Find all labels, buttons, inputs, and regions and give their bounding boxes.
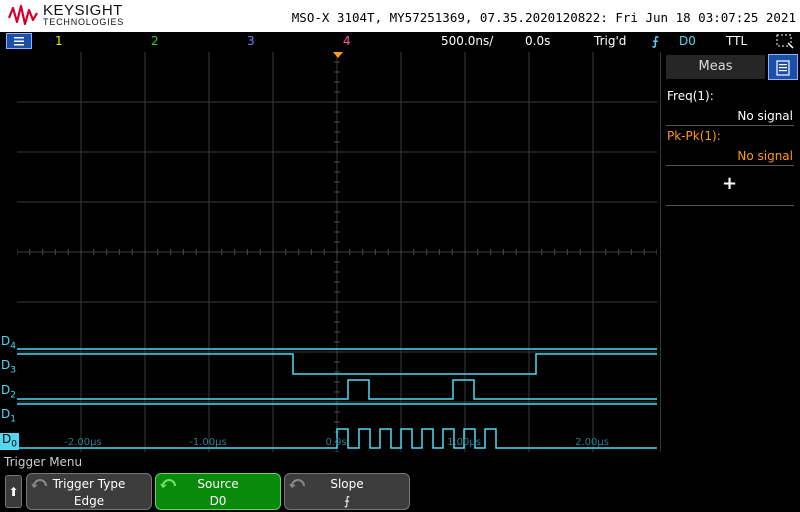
arrow-up-icon: ⬆ — [8, 485, 19, 499]
time-tick-label: 2.00µs — [575, 437, 609, 448]
time-tick-label: 0.0s — [325, 437, 347, 448]
softkey-title: Slope — [330, 477, 364, 491]
trigger-source-readout[interactable]: D0 — [679, 34, 696, 48]
screen-capture-icon[interactable] — [775, 33, 795, 50]
softkey-value: D0 — [209, 494, 227, 508]
meas-menu-button[interactable] — [768, 54, 798, 80]
digital-channel-label-d3[interactable]: D3 — [1, 359, 16, 376]
softkey-title: Source — [197, 477, 239, 491]
time-tick-label: -1.00µs — [189, 437, 227, 448]
source-softkey[interactable]: Source D0 — [155, 473, 281, 510]
channel-4-indicator[interactable]: 4 — [343, 34, 351, 48]
channel-2-indicator[interactable]: 2 — [151, 34, 159, 48]
graticule — [17, 52, 657, 452]
meas-divider — [666, 125, 794, 126]
meas-divider — [666, 165, 794, 166]
main-menu-button[interactable] — [6, 33, 32, 49]
waveform-display[interactable] — [17, 52, 657, 452]
digital-channel-label-d2[interactable]: D2 — [1, 384, 16, 401]
channel-3-indicator[interactable]: 3 — [247, 34, 255, 48]
trigger-position-marker[interactable] — [333, 52, 343, 58]
meas-freq-label[interactable]: Freq(1): — [667, 89, 714, 103]
menu-title: Trigger Menu — [4, 455, 83, 469]
time-tick-label: -2.00µs — [64, 437, 102, 448]
digital-channel-label-d0[interactable]: D0 — [0, 433, 19, 451]
instrument-title: MSO-X 3104T, MY57251369, 07.35.202012082… — [291, 10, 796, 25]
meas-pkpk-label[interactable]: Pk-Pk(1): — [667, 129, 721, 143]
softkey-title: Trigger Type — [52, 477, 126, 491]
meas-tab[interactable]: Meas — [666, 55, 765, 79]
trigger-type-softkey[interactable]: Trigger Type Edge — [26, 473, 152, 510]
keysight-wave-icon — [8, 4, 38, 26]
softkey-value: Edge — [73, 494, 105, 508]
delay-readout[interactable]: 0.0s — [525, 34, 550, 48]
meas-divider — [666, 205, 794, 206]
header-bar: KEYSIGHT TECHNOLOGIES MSO-X 3104T, MY572… — [0, 0, 800, 32]
status-bar: 1 2 3 4 500.0ns/ 0.0s Trig'd ⨍ D0 TTL — [0, 32, 800, 51]
timebase-readout[interactable]: 500.0ns/ — [441, 34, 493, 48]
logic-threshold-readout[interactable]: TTL — [726, 34, 747, 48]
digital-channel-label-d4[interactable]: D4 — [1, 335, 16, 352]
meas-pkpk-value: No signal — [737, 149, 793, 163]
brand-subtitle: TECHNOLOGIES — [43, 17, 125, 27]
menu-list-icon — [14, 37, 24, 46]
time-tick-label: 1.00µs — [447, 437, 481, 448]
trigger-state: Trig'd — [594, 34, 627, 48]
trigger-slope-icon: ⨍ — [652, 34, 659, 48]
menu-up-button[interactable]: ⬆ — [5, 475, 22, 508]
digital-channel-label-d1[interactable]: D1 — [1, 408, 16, 425]
slope-softkey[interactable]: Slope ⨍ — [284, 473, 410, 510]
channel-1-indicator[interactable]: 1 — [55, 34, 63, 48]
menu-list-icon — [776, 60, 790, 76]
softkey-value: ⨍ — [343, 494, 351, 508]
meas-freq-value: No signal — [737, 109, 793, 123]
add-measurement-icon[interactable]: + — [722, 173, 737, 194]
